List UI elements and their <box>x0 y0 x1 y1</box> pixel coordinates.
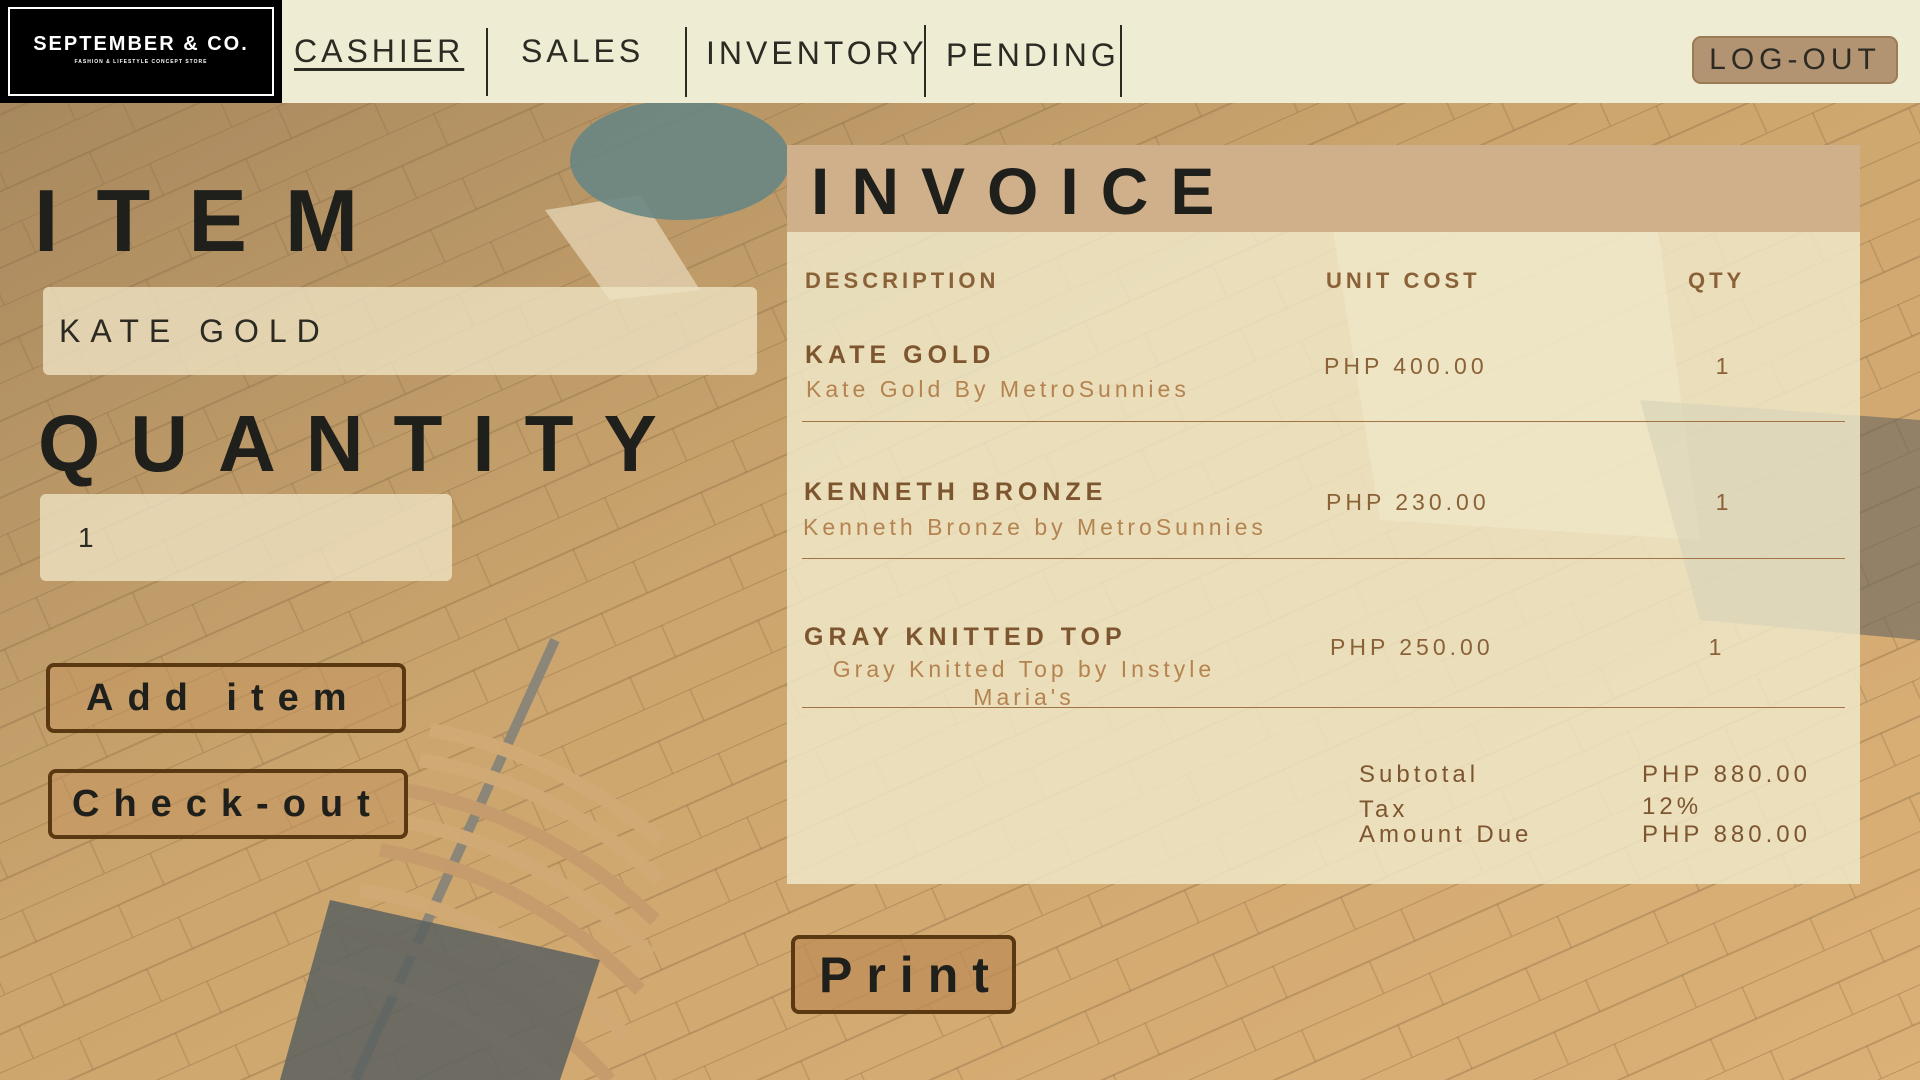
subtotal-label: Subtotal <box>1359 761 1480 788</box>
add-item-button[interactable]: Add item <box>46 663 406 733</box>
tab-pending[interactable]: PENDING <box>946 4 1120 107</box>
store-logo: SEPTEMBER & CO. FASHION & LIFESTYLE CONC… <box>0 0 282 103</box>
item-qty: 1 <box>1715 489 1729 515</box>
quantity-label: QUANTITY <box>38 399 687 488</box>
tax-label: Tax <box>1359 796 1409 823</box>
row-divider <box>802 421 1845 422</box>
quantity-input[interactable] <box>40 494 452 581</box>
invoice-title: INVOICE <box>811 154 1237 228</box>
nav-divider <box>685 27 687 97</box>
checkout-button[interactable]: Check-out <box>48 769 408 839</box>
nav-divider <box>924 25 926 97</box>
tab-inventory-label: INVENTORY <box>706 35 928 71</box>
column-description: DESCRIPTION <box>805 268 1000 293</box>
subtotal-value: PHP 880.00 <box>1642 761 1811 788</box>
nav-divider <box>486 28 488 96</box>
item-name: KATE GOLD <box>805 341 996 369</box>
amount-due-value: PHP 880.00 <box>1642 821 1811 848</box>
invoice-header: INVOICE <box>787 145 1860 232</box>
item-description: Kenneth Bronze by MetroSunnies <box>803 514 1267 540</box>
tab-cashier-label: CASHIER <box>294 33 465 69</box>
item-qty: 1 <box>1708 634 1722 660</box>
item-unit-cost: PHP 400.00 <box>1324 353 1488 379</box>
nav-divider <box>1120 25 1122 97</box>
item-description: Kate Gold By MetroSunnies <box>806 376 1190 402</box>
tab-sales[interactable]: SALES <box>521 0 644 103</box>
logo-title: SEPTEMBER & CO. <box>33 33 249 55</box>
tab-sales-label: SALES <box>521 33 645 69</box>
logo-tagline: FASHION & LIFESTYLE CONCEPT STORE <box>74 59 208 65</box>
tab-cashier[interactable]: CASHIER <box>294 0 464 103</box>
column-unit-cost: UNIT COST <box>1326 268 1481 293</box>
tab-pending-label: PENDING <box>946 37 1120 73</box>
item-name: KENNETH BRONZE <box>804 478 1108 506</box>
tab-inventory[interactable]: INVENTORY <box>706 2 928 105</box>
amount-due-label: Amount Due <box>1359 821 1533 848</box>
item-unit-cost: PHP 230.00 <box>1326 489 1490 515</box>
tax-value: 12% <box>1642 793 1703 820</box>
invoice-panel: INVOICE DESCRIPTION UNIT COST QTY KATE G… <box>787 145 1860 884</box>
row-divider <box>802 707 1845 708</box>
logout-button[interactable]: LOG-OUT <box>1692 36 1898 84</box>
column-qty: QTY <box>1688 268 1746 293</box>
item-input[interactable] <box>43 287 757 375</box>
item-name: GRAY KNITTED TOP <box>804 623 1127 651</box>
item-description: Gray Knitted Top by Instyle Maria's <box>832 656 1216 710</box>
row-divider <box>802 558 1845 559</box>
item-label: ITEM <box>34 171 397 270</box>
top-nav-bar: SEPTEMBER & CO. FASHION & LIFESTYLE CONC… <box>0 0 1920 103</box>
item-unit-cost: PHP 250.00 <box>1330 634 1494 660</box>
item-qty: 1 <box>1715 353 1729 379</box>
print-button[interactable]: Print <box>791 935 1016 1014</box>
